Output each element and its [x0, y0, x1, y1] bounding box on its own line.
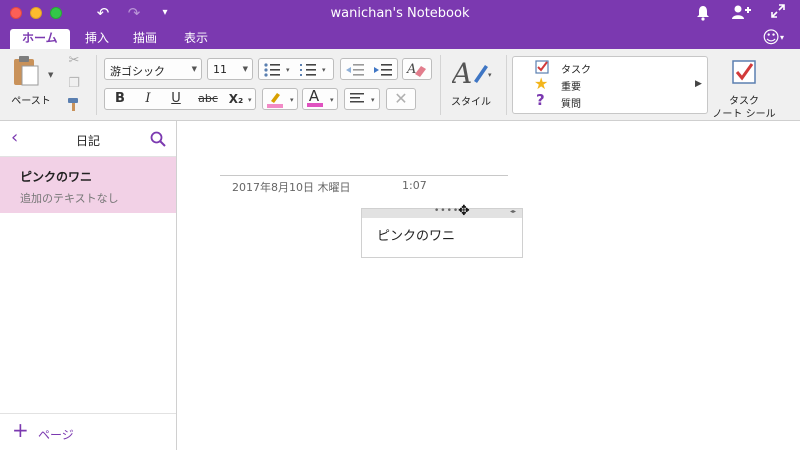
tag-item-task[interactable]: タスク: [535, 60, 655, 76]
chevron-down-icon: ▾: [371, 96, 375, 104]
underline-button[interactable]: U: [165, 89, 187, 109]
indent-icon[interactable]: [373, 62, 393, 78]
chevron-down-icon: ▾: [286, 66, 290, 74]
italic-button[interactable]: I: [137, 89, 159, 109]
tab-view[interactable]: 表示: [172, 29, 220, 49]
font-color-button[interactable]: A ▾: [302, 87, 338, 110]
font-size-value: 11: [213, 63, 227, 76]
page-date: 2017年8月10日 木曜日: [232, 181, 351, 194]
add-page-label: ページ: [38, 428, 74, 442]
fullscreen-icon[interactable]: [769, 4, 787, 22]
drag-dots-icon: ••••: [434, 206, 460, 216]
chevron-down-icon: ▾: [322, 66, 326, 74]
paragraph-align-button[interactable]: ▾: [344, 88, 380, 110]
indent-group: [340, 58, 398, 80]
numbered-list-icon[interactable]: [299, 62, 317, 78]
move-cursor-icon: ✥: [458, 203, 470, 219]
page-title-underline: [220, 175, 508, 176]
styles-button[interactable]: A ▾ スタイル: [446, 55, 504, 111]
tags-gallery[interactable]: タスク ★ 重要 ? 質問 ▶: [512, 56, 708, 114]
ribbon-separator: [506, 55, 507, 115]
eraser-icon: A: [406, 62, 426, 77]
outdent-icon[interactable]: [345, 62, 365, 78]
copy-icon: ❐: [68, 76, 80, 91]
paste-dropdown-icon[interactable]: ▼: [48, 71, 53, 79]
page-preview: 追加のテキストなし: [20, 192, 119, 205]
svg-text:A: A: [406, 62, 416, 77]
page-time: 1:07: [402, 179, 427, 192]
font-color-swatch: [307, 103, 323, 107]
subscript-button[interactable]: X₂: [225, 89, 247, 109]
align-left-icon: [350, 93, 364, 103]
note-container-handle[interactable]: •••• ◂▸: [362, 206, 522, 218]
font-size-select[interactable]: 11 ▼: [207, 58, 253, 80]
chevron-down-icon: ▾: [248, 96, 252, 104]
tag-label: 質問: [561, 99, 581, 110]
clipboard-icon: [14, 56, 39, 86]
text-format-group: B I U abc X₂ ▾: [104, 88, 256, 110]
bold-button[interactable]: B: [109, 89, 131, 109]
clear-formatting-button[interactable]: A: [402, 58, 432, 80]
cut-icon: ✂: [68, 53, 80, 68]
page-title: ピンクのワニ: [20, 170, 93, 184]
chevron-down-icon: ▾: [290, 96, 294, 104]
resize-arrows-icon[interactable]: ◂▸: [510, 208, 516, 215]
svg-text:A: A: [452, 57, 472, 89]
task-note-button[interactable]: タスク ノート シール: [712, 55, 784, 120]
styles-label: スタイル: [451, 97, 491, 108]
delete-x-icon: ✕: [394, 89, 408, 108]
checkbox-icon: [535, 60, 549, 74]
title-bar: ↶ ↷ ▾ wanichan's Notebook: [0, 0, 800, 28]
chevron-down-icon: ▾: [330, 96, 334, 104]
tab-home[interactable]: ホーム: [10, 29, 70, 49]
highlight-color-button[interactable]: ▾: [262, 88, 298, 110]
tag-item-question[interactable]: ? 質問: [535, 91, 655, 110]
list-group: ▾ ▾: [258, 58, 334, 80]
search-icon[interactable]: [150, 131, 166, 147]
paste-label: ペースト: [11, 96, 51, 107]
delete-button: ✕: [386, 88, 416, 110]
task-note-label-2: ノート シール: [712, 109, 776, 120]
ribbon-home: ▼ ペースト ✂ ❐ 游ゴシック ▼ 11 ▼ B I U abc X₂ ▾ ▾…: [0, 49, 800, 121]
chevron-down-icon: ▼: [242, 65, 248, 73]
strikethrough-button[interactable]: abc: [193, 89, 223, 109]
paste-button[interactable]: ▼ ペースト: [8, 55, 58, 107]
ribbon-separator: [440, 55, 441, 115]
note-text[interactable]: ピンクのワニ: [377, 225, 455, 244]
bullet-list-icon[interactable]: [263, 62, 281, 78]
styles-icon: A: [452, 57, 488, 89]
gallery-expand-icon[interactable]: ▶: [695, 79, 702, 89]
feedback-smiley-icon[interactable]: ☺▾: [762, 29, 784, 47]
ribbon-tabs: ホーム 挿入 描画 表示 ☺▾: [0, 28, 800, 49]
add-page-button[interactable]: + ページ: [0, 413, 176, 450]
ribbon-separator: [96, 55, 97, 115]
note-container[interactable]: •••• ◂▸ ✥ ピンクのワニ: [361, 204, 523, 258]
tag-item-important[interactable]: ★ 重要: [534, 74, 655, 93]
tab-draw[interactable]: 描画: [121, 29, 169, 49]
section-header: ‹ 日記: [0, 121, 176, 157]
font-name-select[interactable]: 游ゴシック ▼: [104, 58, 202, 80]
task-checkbox-icon: [732, 60, 756, 84]
chevron-down-icon: ▼: [191, 65, 197, 73]
note-canvas[interactable]: 2017年8月10日 木曜日 1:07 •••• ◂▸ ✥ ピンクのワニ: [177, 121, 800, 450]
page-list-item[interactable]: ピンクのワニ 追加のテキストなし: [0, 157, 176, 213]
window-title: wanichan's Notebook: [330, 6, 470, 21]
plus-icon: +: [12, 418, 29, 442]
bell-icon[interactable]: [694, 4, 712, 25]
highlighter-icon: [267, 93, 283, 108]
font-name-value: 游ゴシック: [110, 65, 165, 78]
chevron-down-icon: ▾: [488, 71, 492, 79]
add-person-icon[interactable]: [730, 4, 752, 24]
format-painter-icon[interactable]: [64, 96, 84, 119]
question-icon: ?: [536, 91, 545, 109]
tag-label: タスク: [561, 65, 591, 76]
page-list-sidebar: ‹ 日記 ピンクのワニ 追加のテキストなし + ページ: [0, 121, 177, 450]
tag-label: 重要: [561, 82, 581, 93]
tab-insert[interactable]: 挿入: [73, 29, 121, 49]
